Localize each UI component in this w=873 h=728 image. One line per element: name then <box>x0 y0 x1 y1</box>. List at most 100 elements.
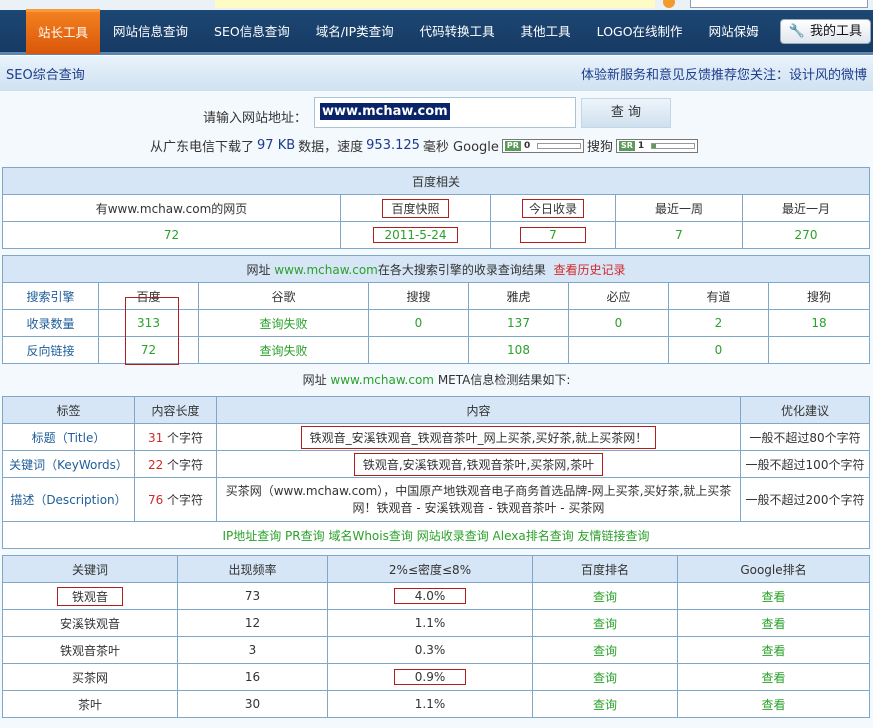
download-size: 97 KB <box>257 138 296 153</box>
kw-google-view-link[interactable]: 查看 <box>677 609 870 637</box>
kw-google-view-link[interactable]: 查看 <box>677 690 870 718</box>
sub-header: SEO综合查询 体验新服务和意见反馈推荐您关注：设计风的微博 <box>0 55 873 91</box>
google-backlinks[interactable]: 查询失败 <box>198 336 369 364</box>
link-friendlinks-query[interactable]: 友情链接查询 <box>578 529 650 543</box>
my-tools-button[interactable]: 🔧 我的工具 <box>779 19 871 44</box>
kw-baidu-query-link[interactable]: 查询 <box>532 636 678 664</box>
row-label[interactable]: 收录数量 <box>2 309 99 337</box>
sogou-label: 搜狗 <box>586 140 613 155</box>
kw-frequency-text: 12 <box>244 616 261 630</box>
kw-google-view-link[interactable]: 查看 <box>677 636 870 664</box>
baidu-backlinks: 72 <box>98 336 199 364</box>
wrench-icon: 🔧 <box>788 24 805 39</box>
link-index-query[interactable]: 网站收录查询 <box>417 529 489 543</box>
meta-header-content: 内容 <box>216 396 741 424</box>
link-ip-query[interactable]: IP地址查询 <box>222 529 281 543</box>
kw-density-text: 0.9% <box>393 669 467 685</box>
kw-header-density: 2%≤密度≤8% <box>327 555 533 583</box>
meta-content-text: 铁观音,安溪铁观音,铁观音茶叶,买茶网,茶叶 <box>353 452 604 476</box>
meta-advice: 一般不超过200个字符 <box>740 477 870 522</box>
link-whois-query[interactable]: 域名Whois查询 <box>328 529 412 543</box>
meta-tag-description[interactable]: 描述（Description） <box>2 477 135 522</box>
kw-keyword: 铁观音茶叶 <box>2 636 178 664</box>
kw-baidu-query-link-text[interactable]: 查询 <box>593 617 617 631</box>
meta-length-value: 22 <box>147 457 164 472</box>
meta-length-unit: 个字符 <box>167 430 204 445</box>
kw-baidu-query-link[interactable]: 查询 <box>532 609 678 637</box>
kw-google-view-link-text[interactable]: 查看 <box>761 617 785 631</box>
kw-google-view-link-text[interactable]: 查看 <box>761 590 785 604</box>
feedback-link[interactable]: 体验新服务和意见反馈推荐您关注：设计风的微博 <box>581 64 867 83</box>
meta-header-length: 内容长度 <box>134 396 217 424</box>
query-button[interactable]: 查 询 <box>581 98 671 128</box>
row-label[interactable]: 反向链接 <box>2 336 99 364</box>
kw-density: 1.1% <box>327 609 533 637</box>
link-pr-query[interactable]: PR查询 <box>285 529 325 543</box>
kw-google-view-link[interactable]: 查看 <box>677 582 870 610</box>
stats-mid: 数据，速度 <box>298 140 364 155</box>
kw-density: 0.9% <box>327 663 533 691</box>
kw-baidu-query-link-text[interactable]: 查询 <box>593 590 617 604</box>
nav-item-domain-ip[interactable]: 域名/IP类查询 <box>303 9 407 54</box>
keyword-density-table: 关键词 出现频率 2%≤密度≤8% 百度排名 Google排名 铁观音 73 4.0… <box>2 555 870 718</box>
nav-item-logo-maker[interactable]: LOGO在线制作 <box>584 9 696 54</box>
meta-tag-keywords[interactable]: 关键词（KeyWords） <box>2 450 135 478</box>
kw-google-view-link[interactable]: 查看 <box>677 663 870 691</box>
kw-google-view-link-text[interactable]: 查看 <box>761 698 785 712</box>
link-alexa-query[interactable]: Alexa排名查询 <box>493 529 574 543</box>
kw-header-google-rank: Google排名 <box>677 555 870 583</box>
ad-banner-right[interactable] <box>690 0 868 8</box>
baidu-table: 百度相关 有www.mchaw.com的网页 百度快照 今日收录 最近一周 最近… <box>2 167 870 249</box>
kw-keyword-text: 安溪铁观音 <box>59 616 120 631</box>
kw-density: 4.0% <box>327 582 533 610</box>
kw-baidu-query-link-text[interactable]: 查询 <box>593 671 617 685</box>
nav-item-seo-info[interactable]: SEO信息查询 <box>201 9 303 54</box>
meta-advice: 一般不超过100个字符 <box>740 450 870 478</box>
kw-google-view-link-text[interactable]: 查看 <box>761 671 785 685</box>
table-row: 描述（Description） 76 个字符 买茶网（www.mchaw.com… <box>2 477 870 522</box>
youdao-backlinks: 0 <box>668 336 769 364</box>
nav-item-other-tools[interactable]: 其他工具 <box>508 9 584 54</box>
meta-content: 铁观音_安溪铁观音_铁观音茶叶_网上买茶,买好茶,就上买茶网！ <box>216 423 741 451</box>
url-input[interactable]: www.mchaw.com <box>314 97 576 128</box>
table-row: 买茶网 16 0.9% 查询 查看 <box>2 663 870 691</box>
url-label: 请输入网站地址： <box>203 111 308 126</box>
youdao-index-count: 2 <box>668 309 769 337</box>
kw-baidu-query-link[interactable]: 查询 <box>532 582 678 610</box>
my-tools-label: 我的工具 <box>809 24 862 39</box>
kw-baidu-query-link[interactable]: 查询 <box>532 690 678 718</box>
kw-frequency: 73 <box>177 582 328 610</box>
engines-header: 雅虎 <box>468 282 569 310</box>
engines-header: 谷歌 <box>198 282 369 310</box>
kw-baidu-query-link[interactable]: 查询 <box>532 663 678 691</box>
meta-advice: 一般不超过80个字符 <box>740 423 870 451</box>
google-index-count[interactable]: 查询失败 <box>198 309 369 337</box>
meta-caption-prefix: 网址 <box>302 373 327 387</box>
meta-header-tag: 标签 <box>2 396 135 424</box>
meta-length: 76 个字符 <box>134 477 217 522</box>
kw-baidu-query-link-text[interactable]: 查询 <box>593 698 617 712</box>
stats-prefix: 从广东电信下载了 <box>150 140 255 155</box>
history-link[interactable]: 查看历史记录 <box>554 263 626 277</box>
nav-item-site-nanny[interactable]: 网站保姆 <box>696 9 772 54</box>
meta-length: 22 个字符 <box>134 450 217 478</box>
engines-header: 搜索引擎 <box>2 282 99 310</box>
table-row: 反向链接 72 查询失败 108 0 <box>2 336 870 364</box>
kw-frequency: 16 <box>177 663 328 691</box>
kw-density: 0.3% <box>327 636 533 664</box>
kw-density: 1.1% <box>327 690 533 718</box>
nav-item-webmaster-tools[interactable]: 站长工具 <box>26 8 101 54</box>
kw-frequency-text: 3 <box>248 643 257 657</box>
kw-keyword: 铁观音 <box>2 582 178 610</box>
kw-baidu-query-link-text[interactable]: 查询 <box>593 644 617 658</box>
nav-item-site-info[interactable]: 网站信息查询 <box>100 9 201 54</box>
nav-item-code-convert[interactable]: 代码转换工具 <box>407 9 508 54</box>
kw-frequency: 3 <box>177 636 328 664</box>
table-row: 茶叶 30 1.1% 查询 查看 <box>2 690 870 718</box>
kw-google-view-link-text[interactable]: 查看 <box>761 644 785 658</box>
baidu-week-value: 7 <box>615 221 743 249</box>
kw-frequency-text: 30 <box>244 697 261 711</box>
meta-tag-title[interactable]: 标题（Title） <box>2 423 135 451</box>
ad-banner[interactable] <box>215 0 655 8</box>
baidu-index-count: 313 <box>98 309 199 337</box>
